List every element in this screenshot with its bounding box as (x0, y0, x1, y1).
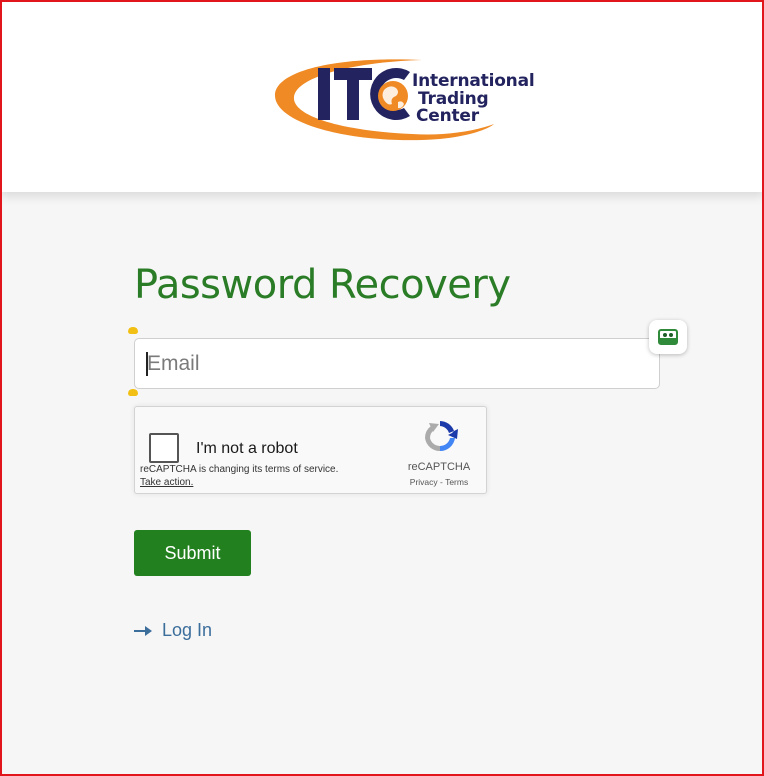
site-header: International Trading Center (0, 0, 764, 192)
itc-logo[interactable]: International Trading Center (272, 52, 535, 148)
autofill-marker-top (128, 327, 138, 334)
recaptcha-terms-link[interactable]: Terms (445, 477, 468, 487)
text-caret (146, 352, 148, 376)
recaptcha-widget: I'm not a robot reCAPTCHA is changing it… (134, 406, 487, 494)
email-field-wrapper (134, 338, 660, 389)
logo-text-line-3: Center (416, 106, 479, 126)
itc-logo-graphic (274, 59, 494, 141)
password-manager-icon (658, 329, 678, 345)
recaptcha-notice: reCAPTCHA is changing its terms of servi… (140, 464, 339, 475)
recaptcha-separator: - (437, 477, 446, 487)
recaptcha-privacy-link[interactable]: Privacy (410, 477, 438, 487)
login-link[interactable]: Log In (134, 620, 212, 641)
recaptcha-links: Privacy - Terms (390, 477, 488, 487)
email-field[interactable] (134, 338, 660, 389)
submit-button[interactable]: Submit (134, 530, 251, 576)
arrow-right-icon (134, 625, 152, 636)
recaptcha-logo-icon (425, 421, 458, 452)
autofill-marker-bottom (128, 389, 138, 396)
password-manager-button[interactable] (649, 320, 687, 354)
page-title: Password Recovery (134, 262, 511, 308)
recaptcha-checkbox-label: I'm not a robot (196, 440, 298, 457)
recaptcha-brand: reCAPTCHA (407, 461, 471, 473)
recaptcha-take-action-link[interactable]: Take action. (140, 477, 193, 488)
recaptcha-checkbox[interactable] (149, 433, 179, 463)
login-link-label: Log In (162, 620, 213, 640)
logo-text-line-1: International (412, 71, 535, 91)
